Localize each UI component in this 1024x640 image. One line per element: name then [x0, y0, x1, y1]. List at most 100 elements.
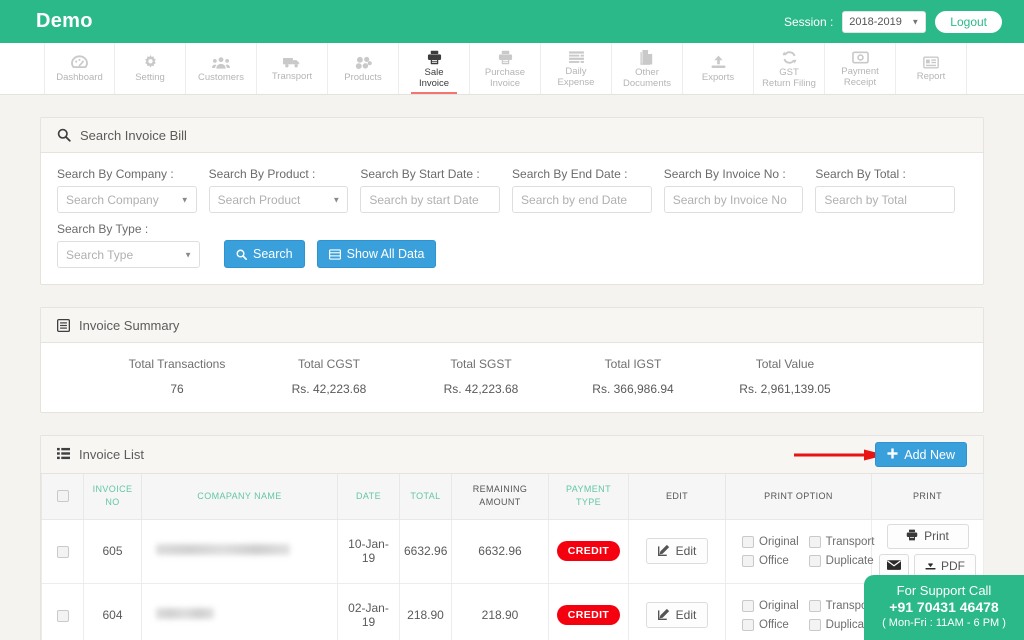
truck-icon [283, 56, 301, 69]
search-select-1[interactable]: Search Product▼ [209, 186, 349, 213]
pdf-button-label: PDF [941, 559, 965, 573]
refresh-icon [782, 50, 797, 65]
nav-tab-report[interactable]: Report [896, 43, 967, 94]
summary-cell-label: Total Transactions [101, 357, 253, 371]
edit-button[interactable]: Edit [646, 538, 709, 564]
row-checkbox[interactable] [57, 546, 69, 558]
cell-remaining-amount: 6632.96 [452, 519, 549, 583]
printer-icon [498, 50, 513, 65]
print-option-duplicate[interactable]: Duplicate [809, 555, 874, 567]
summary-cell-label: Total CGST [253, 357, 405, 371]
chevron-down-icon: ▼ [184, 250, 192, 259]
printer-icon [427, 50, 442, 65]
column-header-print[interactable]: PRINT [872, 474, 984, 519]
print-option-original[interactable]: Original [742, 600, 799, 612]
nav-tab-purchase-invoice[interactable]: Purchase Invoice [470, 43, 541, 94]
session-select[interactable]: 2018-2019 ▼ [842, 11, 926, 33]
print-option-checkbox[interactable] [742, 536, 754, 548]
dashboard-icon [71, 55, 88, 70]
nav-tab-customers[interactable]: Customers [186, 43, 257, 94]
show-all-data-button[interactable]: Show All Data [317, 240, 437, 268]
chevron-down-icon: ▼ [911, 17, 919, 26]
invoice-table-header-row: INVOICE NOCOMAPANY NAMEDATETOTALREMAININ… [42, 474, 984, 519]
nav-tab-gst-return-filing[interactable]: GST Return Filing [754, 43, 825, 94]
printer-icon [906, 529, 918, 544]
print-option-original[interactable]: Original [742, 536, 799, 548]
session-select-value: 2018-2019 [849, 16, 902, 28]
print-option-checkbox[interactable] [742, 600, 754, 612]
pointer-arrow-annotation [794, 449, 886, 461]
cell-company-name [142, 519, 338, 583]
print-option-checkbox[interactable] [809, 619, 821, 631]
print-option-checkbox[interactable] [742, 619, 754, 631]
nav-tab-daily-expense[interactable]: Daily Expense [541, 43, 612, 94]
search-input-2[interactable]: Search by start Date [360, 186, 500, 213]
invoice-list-panel: Invoice List Add New INVOICE NOCOMAPANY … [40, 435, 984, 640]
print-option-label: Original [759, 600, 799, 612]
edit-button[interactable]: Edit [646, 602, 709, 628]
print-option-label: Duplicate [826, 555, 874, 567]
nav-tab-sale-invoice[interactable]: Sale Invoice [399, 43, 470, 94]
search-select-value: Search Company [66, 193, 159, 207]
nav-tab-other-documents[interactable]: Other Documents [612, 43, 683, 94]
search-input-5[interactable]: Search by Total [815, 186, 955, 213]
search-input-placeholder: Search by Total [824, 193, 907, 207]
search-field-label: Search By Start Date : [360, 167, 500, 181]
search-by-type-field: Search By Type : Search Type ▼ [57, 222, 200, 268]
status-badge: CREDIT [557, 541, 620, 561]
print-option-office[interactable]: Office [742, 619, 789, 631]
chevron-down-icon: ▼ [181, 195, 189, 204]
summary-list-icon [57, 319, 70, 332]
column-header-print-option[interactable]: PRINT OPTION [726, 474, 872, 519]
invoice-table: INVOICE NOCOMAPANY NAMEDATETOTALREMAININ… [41, 474, 984, 640]
search-field-label: Search By Total : [815, 167, 955, 181]
search-invoice-panel: Search Invoice Bill Search By Company :S… [40, 117, 984, 285]
print-option-office[interactable]: Office [742, 555, 789, 567]
invoice-list-header: Invoice List Add New [41, 436, 983, 474]
search-type-select[interactable]: Search Type ▼ [57, 241, 200, 268]
nav-tab-label: Exports [702, 73, 734, 84]
select-all-checkbox[interactable] [57, 490, 69, 502]
summary-cells: Total Transactions76Total CGSTRs. 42,223… [41, 343, 983, 412]
nav-tab-dashboard[interactable]: Dashboard [44, 43, 115, 94]
cell-invoice-no: 604 [84, 583, 142, 640]
summary-cell-2: Total SGSTRs. 42,223.68 [405, 357, 557, 396]
search-button[interactable]: Search [224, 240, 305, 268]
support-call-floater[interactable]: For Support Call +91 70431 46478 ( Mon-F… [864, 575, 1024, 640]
search-input-4[interactable]: Search by Invoice No [664, 186, 804, 213]
print-option-checkbox[interactable] [809, 555, 821, 567]
print-option-checkbox[interactable] [809, 600, 821, 612]
logout-button[interactable]: Logout [935, 11, 1002, 33]
status-badge: CREDIT [557, 605, 620, 625]
search-select-0[interactable]: Search Company ▼ [57, 186, 197, 213]
cell-company-name [142, 583, 338, 640]
search-field-row-2: Search By Type : Search Type ▼ Search [57, 222, 967, 268]
column-header-comapany-name[interactable]: COMAPANY NAME [142, 474, 338, 519]
pencil-icon [658, 544, 670, 559]
nav-tab-products[interactable]: Products [328, 43, 399, 94]
search-field-label: Search By Company : [57, 167, 197, 181]
search-field-0: Search By Company : Search Company ▼ [57, 167, 197, 213]
column-header-date[interactable]: DATE [338, 474, 400, 519]
nav-tab-label: Dashboard [56, 73, 102, 84]
print-option-transport[interactable]: Transport [809, 536, 875, 548]
nav-tab-setting[interactable]: Setting [115, 43, 186, 94]
column-header-remaining-amount[interactable]: REMAINING AMOUNT [452, 474, 549, 519]
cell-total: 218.90 [400, 583, 452, 640]
column-header-invoice-no[interactable]: INVOICE NO [84, 474, 142, 519]
print-option-checkbox[interactable] [809, 536, 821, 548]
search-panel-body: Search By Company :Search Company▼Search… [41, 153, 983, 284]
column-header-payment-type[interactable]: PAYMENT TYPE [549, 474, 629, 519]
add-new-button[interactable]: Add New [875, 442, 967, 467]
column-header-edit[interactable]: EDIT [629, 474, 726, 519]
print-button[interactable]: Print [887, 524, 969, 549]
nav-tab-payment-receipt[interactable]: Payment Receipt [825, 43, 896, 94]
show-all-data-label: Show All Data [347, 247, 425, 261]
column-header-total[interactable]: TOTAL [400, 474, 452, 519]
nav-tab-exports[interactable]: Exports [683, 43, 754, 94]
nav-tab-label: Setting [135, 73, 165, 84]
search-input-3[interactable]: Search by end Date [512, 186, 652, 213]
row-checkbox[interactable] [57, 610, 69, 622]
print-option-checkbox[interactable] [742, 555, 754, 567]
nav-tab-transport[interactable]: Transport [257, 43, 328, 94]
